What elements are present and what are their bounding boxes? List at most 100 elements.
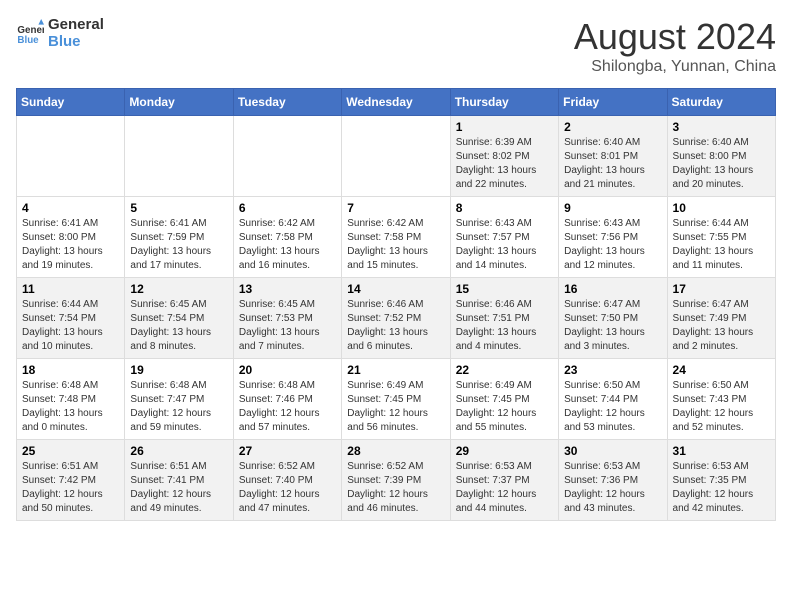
- calendar-cell: 9Sunrise: 6:43 AM Sunset: 7:56 PM Daylig…: [559, 197, 667, 278]
- day-number: 24: [673, 363, 770, 377]
- day-number: 20: [239, 363, 336, 377]
- calendar-header-row: SundayMondayTuesdayWednesdayThursdayFrid…: [17, 89, 776, 116]
- logo-icon: General Blue: [16, 19, 44, 47]
- calendar-cell: 27Sunrise: 6:52 AM Sunset: 7:40 PM Dayli…: [233, 440, 341, 521]
- day-number: 21: [347, 363, 444, 377]
- svg-text:Blue: Blue: [17, 35, 39, 46]
- day-number: 15: [456, 282, 553, 296]
- calendar-cell: [125, 116, 233, 197]
- day-info: Sunrise: 6:45 AM Sunset: 7:53 PM Dayligh…: [239, 298, 336, 354]
- calendar-cell: 15Sunrise: 6:46 AM Sunset: 7:51 PM Dayli…: [450, 278, 558, 359]
- calendar-cell: 26Sunrise: 6:51 AM Sunset: 7:41 PM Dayli…: [125, 440, 233, 521]
- subtitle: Shilongba, Yunnan, China: [574, 58, 776, 76]
- calendar-cell: 17 Sunrise: 6:47 AM Sunset: 7:49 PM Dayli…: [667, 278, 775, 359]
- week-row-5: 25 Sunrise: 6:51 AM Sunset: 7:42 PM Dayli…: [17, 440, 776, 521]
- day-number: 16: [564, 282, 661, 296]
- day-info: Sunrise: 6:49 AM Sunset: 7:45 PM Dayligh…: [456, 379, 553, 435]
- calendar-cell: 7Sunrise: 6:42 AM Sunset: 7:58 PM Daylig…: [342, 197, 450, 278]
- day-number: 30: [564, 444, 661, 458]
- calendar-cell: 10 Sunrise: 6:44 AM Sunset: 7:55 PM Dayli…: [667, 197, 775, 278]
- header-sunday: Sunday: [17, 89, 125, 116]
- logo-line2: Blue: [48, 33, 104, 50]
- calendar-cell: 3 Sunrise: 6:40 AM Sunset: 8:00 PM Daylig…: [667, 116, 775, 197]
- calendar-cell: [342, 116, 450, 197]
- calendar-cell: 28 Sunrise: 6:52 AM Sunset: 7:39 PM Dayli…: [342, 440, 450, 521]
- calendar-cell: 22Sunrise: 6:49 AM Sunset: 7:45 PM Dayli…: [450, 359, 558, 440]
- day-info: Sunrise: 6:48 AM Sunset: 7:47 PM Dayligh…: [130, 379, 227, 435]
- day-info: Sunrise: 6:48 AM Sunset: 7:46 PM Dayligh…: [239, 379, 336, 435]
- calendar-cell: 19 Sunrise: 6:48 AM Sunset: 7:47 PM Dayli…: [125, 359, 233, 440]
- day-number: 14: [347, 282, 444, 296]
- day-info: Sunrise: 6:43 AM Sunset: 7:57 PM Dayligh…: [456, 217, 553, 273]
- day-number: 11: [22, 282, 119, 296]
- week-row-3: 11 Sunrise: 6:44 AM Sunset: 7:54 PM Dayli…: [17, 278, 776, 359]
- day-number: 7: [347, 201, 444, 215]
- calendar-cell: [233, 116, 341, 197]
- calendar-cell: 18Sunrise: 6:48 AM Sunset: 7:48 PM Dayli…: [17, 359, 125, 440]
- day-number: 2: [564, 120, 661, 134]
- day-number: 23: [564, 363, 661, 377]
- day-info: Sunrise: 6:41 AM Sunset: 7:59 PM Dayligh…: [130, 217, 227, 273]
- day-number: 31: [673, 444, 770, 458]
- logo-line1: General: [48, 16, 104, 33]
- header: General Blue General Blue August 2024 Sh…: [16, 16, 776, 76]
- calendar-cell: 11 Sunrise: 6:44 AM Sunset: 7:54 PM Dayli…: [17, 278, 125, 359]
- calendar-cell: 31Sunrise: 6:53 AM Sunset: 7:35 PM Dayli…: [667, 440, 775, 521]
- day-number: 6: [239, 201, 336, 215]
- day-number: 13: [239, 282, 336, 296]
- day-info: Sunrise: 6:50 AM Sunset: 7:43 PM Dayligh…: [673, 379, 770, 435]
- header-wednesday: Wednesday: [342, 89, 450, 116]
- day-number: 9: [564, 201, 661, 215]
- week-row-1: 1 Sunrise: 6:39 AM Sunset: 8:02 PM Daylig…: [17, 116, 776, 197]
- main-title: August 2024: [574, 16, 776, 58]
- day-info: Sunrise: 6:49 AM Sunset: 7:45 PM Dayligh…: [347, 379, 444, 435]
- day-number: 10: [673, 201, 770, 215]
- week-row-2: 4 Sunrise: 6:41 AM Sunset: 8:00 PM Daylig…: [17, 197, 776, 278]
- day-info: Sunrise: 6:44 AM Sunset: 7:55 PM Dayligh…: [673, 217, 770, 273]
- calendar-cell: 13 Sunrise: 6:45 AM Sunset: 7:53 PM Dayli…: [233, 278, 341, 359]
- day-number: 26: [130, 444, 227, 458]
- week-row-4: 18Sunrise: 6:48 AM Sunset: 7:48 PM Dayli…: [17, 359, 776, 440]
- day-info: Sunrise: 6:48 AM Sunset: 7:48 PM Dayligh…: [22, 379, 119, 435]
- calendar-cell: [17, 116, 125, 197]
- header-friday: Friday: [559, 89, 667, 116]
- day-info: Sunrise: 6:52 AM Sunset: 7:39 PM Dayligh…: [347, 460, 444, 516]
- day-number: 3: [673, 120, 770, 134]
- day-number: 8: [456, 201, 553, 215]
- day-info: Sunrise: 6:51 AM Sunset: 7:42 PM Dayligh…: [22, 460, 119, 516]
- day-info: Sunrise: 6:50 AM Sunset: 7:44 PM Dayligh…: [564, 379, 661, 435]
- calendar-cell: 16 Sunrise: 6:47 AM Sunset: 7:50 PM Dayli…: [559, 278, 667, 359]
- calendar-table: SundayMondayTuesdayWednesdayThursdayFrid…: [16, 88, 776, 521]
- calendar-cell: 23 Sunrise: 6:50 AM Sunset: 7:44 PM Dayli…: [559, 359, 667, 440]
- calendar-cell: 25 Sunrise: 6:51 AM Sunset: 7:42 PM Dayli…: [17, 440, 125, 521]
- calendar-cell: 4 Sunrise: 6:41 AM Sunset: 8:00 PM Daylig…: [17, 197, 125, 278]
- day-info: Sunrise: 6:42 AM Sunset: 7:58 PM Dayligh…: [239, 217, 336, 273]
- day-number: 25: [22, 444, 119, 458]
- calendar-cell: 8 Sunrise: 6:43 AM Sunset: 7:57 PM Daylig…: [450, 197, 558, 278]
- day-info: Sunrise: 6:40 AM Sunset: 8:00 PM Dayligh…: [673, 136, 770, 192]
- day-info: Sunrise: 6:47 AM Sunset: 7:49 PM Dayligh…: [673, 298, 770, 354]
- day-info: Sunrise: 6:53 AM Sunset: 7:37 PM Dayligh…: [456, 460, 553, 516]
- day-info: Sunrise: 6:53 AM Sunset: 7:36 PM Dayligh…: [564, 460, 661, 516]
- day-number: 1: [456, 120, 553, 134]
- calendar-cell: 6 Sunrise: 6:42 AM Sunset: 7:58 PM Daylig…: [233, 197, 341, 278]
- header-monday: Monday: [125, 89, 233, 116]
- day-info: Sunrise: 6:41 AM Sunset: 8:00 PM Dayligh…: [22, 217, 119, 273]
- calendar-cell: 24 Sunrise: 6:50 AM Sunset: 7:43 PM Dayli…: [667, 359, 775, 440]
- day-number: 19: [130, 363, 227, 377]
- day-number: 28: [347, 444, 444, 458]
- day-info: Sunrise: 6:39 AM Sunset: 8:02 PM Dayligh…: [456, 136, 553, 192]
- header-saturday: Saturday: [667, 89, 775, 116]
- day-number: 29: [456, 444, 553, 458]
- day-number: 17: [673, 282, 770, 296]
- day-info: Sunrise: 6:46 AM Sunset: 7:52 PM Dayligh…: [347, 298, 444, 354]
- calendar-cell: 14 Sunrise: 6:46 AM Sunset: 7:52 PM Dayli…: [342, 278, 450, 359]
- day-info: Sunrise: 6:45 AM Sunset: 7:54 PM Dayligh…: [130, 298, 227, 354]
- calendar-cell: 12Sunrise: 6:45 AM Sunset: 7:54 PM Dayli…: [125, 278, 233, 359]
- day-number: 4: [22, 201, 119, 215]
- calendar-cell: 30 Sunrise: 6:53 AM Sunset: 7:36 PM Dayli…: [559, 440, 667, 521]
- day-info: Sunrise: 6:47 AM Sunset: 7:50 PM Dayligh…: [564, 298, 661, 354]
- day-info: Sunrise: 6:44 AM Sunset: 7:54 PM Dayligh…: [22, 298, 119, 354]
- calendar-cell: 21 Sunrise: 6:49 AM Sunset: 7:45 PM Dayli…: [342, 359, 450, 440]
- day-info: Sunrise: 6:40 AM Sunset: 8:01 PM Dayligh…: [564, 136, 661, 192]
